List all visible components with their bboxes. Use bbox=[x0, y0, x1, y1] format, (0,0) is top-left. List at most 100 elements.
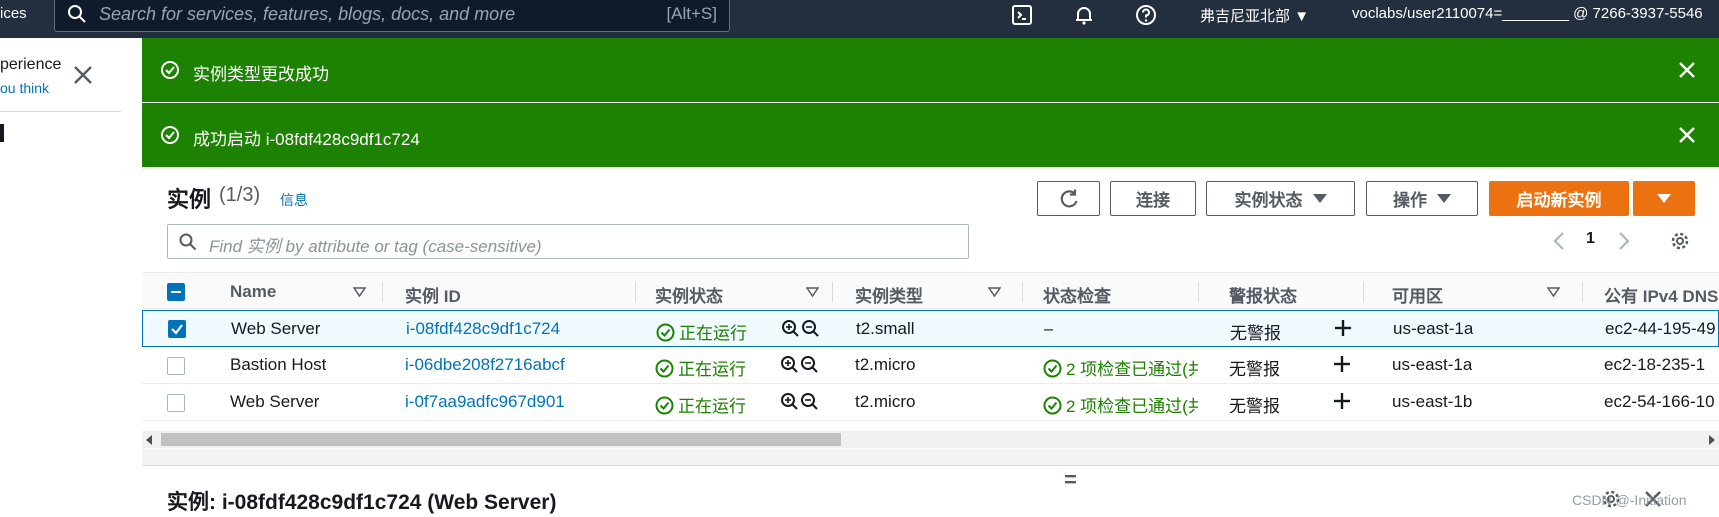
search-input[interactable]: Search for services, features, blogs, do… bbox=[54, 0, 730, 32]
cell-status-check: – bbox=[1044, 319, 1054, 338]
close-icon[interactable] bbox=[72, 64, 94, 86]
launch-instance-button[interactable]: 启动新实例 bbox=[1489, 181, 1629, 216]
cell-dns: ec2-54-166-10 bbox=[1604, 392, 1715, 411]
table-header: Name 实例 ID 实例状态 实例类型 状态检查 警报状态 可用区 公有 IP… bbox=[142, 272, 1719, 309]
add-alarm-icon[interactable] bbox=[1333, 318, 1353, 338]
col-instance-state[interactable]: 实例状态 bbox=[655, 282, 723, 307]
col-public-dns[interactable]: 公有 IPv4 DNS bbox=[1604, 282, 1718, 307]
zoom-in-out-icon[interactable] bbox=[780, 392, 820, 412]
cell-az: us-east-1a bbox=[1393, 319, 1474, 338]
account-label: voclabs/user2110074=________ @ 7266-3937… bbox=[1352, 5, 1703, 22]
services-menu[interactable]: ices bbox=[0, 0, 50, 38]
actions-button[interactable]: 操作 bbox=[1366, 181, 1478, 216]
add-alarm-icon[interactable] bbox=[1332, 354, 1352, 374]
region-selector[interactable]: 弗吉尼亚北部 ▼ bbox=[1200, 5, 1309, 26]
connect-label: 连接 bbox=[1136, 191, 1170, 210]
state-label: 正在运行 bbox=[679, 324, 747, 343]
status-check-label: 2 项检查已通过(共 bbox=[1066, 397, 1198, 416]
cloudshell-icon[interactable] bbox=[1009, 2, 1035, 28]
instance-state-button[interactable]: 实例状态 bbox=[1206, 181, 1355, 216]
column-divider bbox=[832, 282, 833, 302]
filter-placeholder: Find 实例 by attribute or tag (case-sensit… bbox=[209, 237, 542, 256]
column-divider bbox=[635, 282, 636, 302]
filter-icon[interactable] bbox=[1547, 287, 1560, 297]
actions-label: 操作 bbox=[1393, 191, 1427, 210]
caret-down-icon bbox=[1312, 194, 1327, 203]
row-checkbox[interactable] bbox=[168, 320, 186, 338]
scroll-right-icon[interactable] bbox=[1709, 435, 1715, 445]
state-label: 正在运行 bbox=[678, 397, 746, 416]
table-row[interactable]: Web Server i-08fdf428c9df1c724 正在运行 t2.s… bbox=[142, 310, 1719, 347]
filter-icon[interactable] bbox=[988, 287, 1001, 297]
help-icon[interactable] bbox=[1133, 2, 1159, 28]
resize-handle[interactable]: = bbox=[1064, 467, 1077, 493]
col-instance-type[interactable]: 实例类型 bbox=[855, 282, 923, 307]
settings-icon[interactable] bbox=[1669, 230, 1691, 252]
running-icon bbox=[655, 396, 674, 415]
close-icon[interactable] bbox=[1677, 60, 1697, 80]
refresh-icon bbox=[1060, 189, 1078, 207]
col-instance-id[interactable]: 实例 ID bbox=[405, 282, 461, 307]
bell-icon[interactable] bbox=[1071, 2, 1097, 28]
status-check-label: 2 项检查已通过(共 bbox=[1066, 360, 1198, 379]
search-icon bbox=[68, 5, 86, 23]
cell-alarm: 无警报 bbox=[1229, 360, 1280, 379]
top-navigation: ices Search for services, features, blog… bbox=[0, 0, 1719, 38]
running-icon bbox=[656, 323, 675, 342]
cell-az: us-east-1a bbox=[1392, 355, 1473, 374]
table-row[interactable]: Bastion Host i-06dbe208f2716abcf 正在运行 t2… bbox=[142, 347, 1719, 384]
chevron-right-icon[interactable] bbox=[1616, 230, 1632, 252]
account-menu[interactable]: voclabs/user2110074=________ @ 7266-3937… bbox=[1352, 5, 1703, 22]
region-label: 弗吉尼亚北部 bbox=[1200, 8, 1291, 25]
cell-name: Bastion Host bbox=[230, 355, 327, 374]
search-placeholder: Search for services, features, blogs, do… bbox=[99, 4, 516, 24]
connect-button[interactable]: 连接 bbox=[1110, 181, 1196, 216]
row-checkbox[interactable] bbox=[167, 357, 185, 375]
add-alarm-icon[interactable] bbox=[1332, 391, 1352, 411]
instance-id-link[interactable]: i-0f7aa9adfc967d901 bbox=[405, 392, 565, 412]
success-icon bbox=[161, 126, 179, 144]
cell-name: Web Server bbox=[231, 319, 321, 338]
cell-dns: ec2-44-195-49 bbox=[1605, 319, 1716, 338]
cell-az: us-east-1b bbox=[1392, 392, 1473, 411]
scroll-left-icon[interactable] bbox=[146, 435, 152, 445]
info-link[interactable]: 信息 bbox=[280, 190, 308, 210]
refresh-button[interactable] bbox=[1037, 181, 1100, 216]
search-icon bbox=[179, 233, 197, 251]
row-checkbox[interactable] bbox=[167, 394, 185, 412]
col-alarm-status[interactable]: 警报状态 bbox=[1229, 282, 1297, 307]
cell-state: 正在运行 bbox=[655, 355, 746, 380]
horizontal-scrollbar[interactable] bbox=[142, 431, 1719, 448]
nav-item-fragment[interactable] bbox=[0, 124, 4, 142]
instance-id-link[interactable]: i-06dbe208f2716abcf bbox=[405, 355, 565, 375]
column-divider bbox=[1022, 282, 1023, 302]
col-availability-zone[interactable]: 可用区 bbox=[1392, 282, 1443, 307]
cell-dns: ec2-18-235-1 bbox=[1604, 355, 1706, 374]
table-row[interactable]: Web Server i-0f7aa9adfc967d901 正在运行 t2.m… bbox=[142, 384, 1719, 421]
caret-down-icon: ▼ bbox=[1294, 8, 1310, 25]
zoom-in-out-icon[interactable] bbox=[781, 319, 821, 339]
chevron-left-icon[interactable] bbox=[1551, 230, 1567, 252]
flash-success-launched: 成功启动 i-08fdf428c9df1c724 bbox=[142, 103, 1719, 167]
state-label: 正在运行 bbox=[678, 360, 746, 379]
feedback-link[interactable]: ou think bbox=[0, 80, 49, 96]
cell-name: Web Server bbox=[230, 392, 320, 411]
success-icon bbox=[161, 61, 179, 79]
divider bbox=[0, 111, 121, 112]
scrollbar-thumb[interactable] bbox=[161, 433, 841, 446]
close-icon[interactable] bbox=[1677, 125, 1697, 145]
filter-icon[interactable] bbox=[806, 287, 819, 297]
page-number[interactable]: 1 bbox=[1586, 230, 1595, 248]
column-divider bbox=[1363, 282, 1364, 302]
zoom-in-out-icon[interactable] bbox=[780, 355, 820, 375]
instances-panel: 实例 (1/3) 信息 连接 实例状态 操作 启动新实例 Find 实例 by … bbox=[142, 168, 1719, 449]
instance-id-link[interactable]: i-08fdf428c9df1c724 bbox=[406, 319, 560, 339]
col-name[interactable]: Name bbox=[230, 282, 276, 302]
filter-input[interactable]: Find 实例 by attribute or tag (case-sensit… bbox=[167, 224, 969, 259]
launch-dropdown-button[interactable] bbox=[1633, 181, 1695, 216]
col-status-check[interactable]: 状态检查 bbox=[1043, 282, 1111, 307]
watermark: CSDN @-Initiation bbox=[1572, 492, 1687, 508]
cell-alarm: 无警报 bbox=[1229, 397, 1280, 416]
filter-icon[interactable] bbox=[353, 287, 366, 297]
select-all-checkbox[interactable] bbox=[167, 283, 185, 301]
